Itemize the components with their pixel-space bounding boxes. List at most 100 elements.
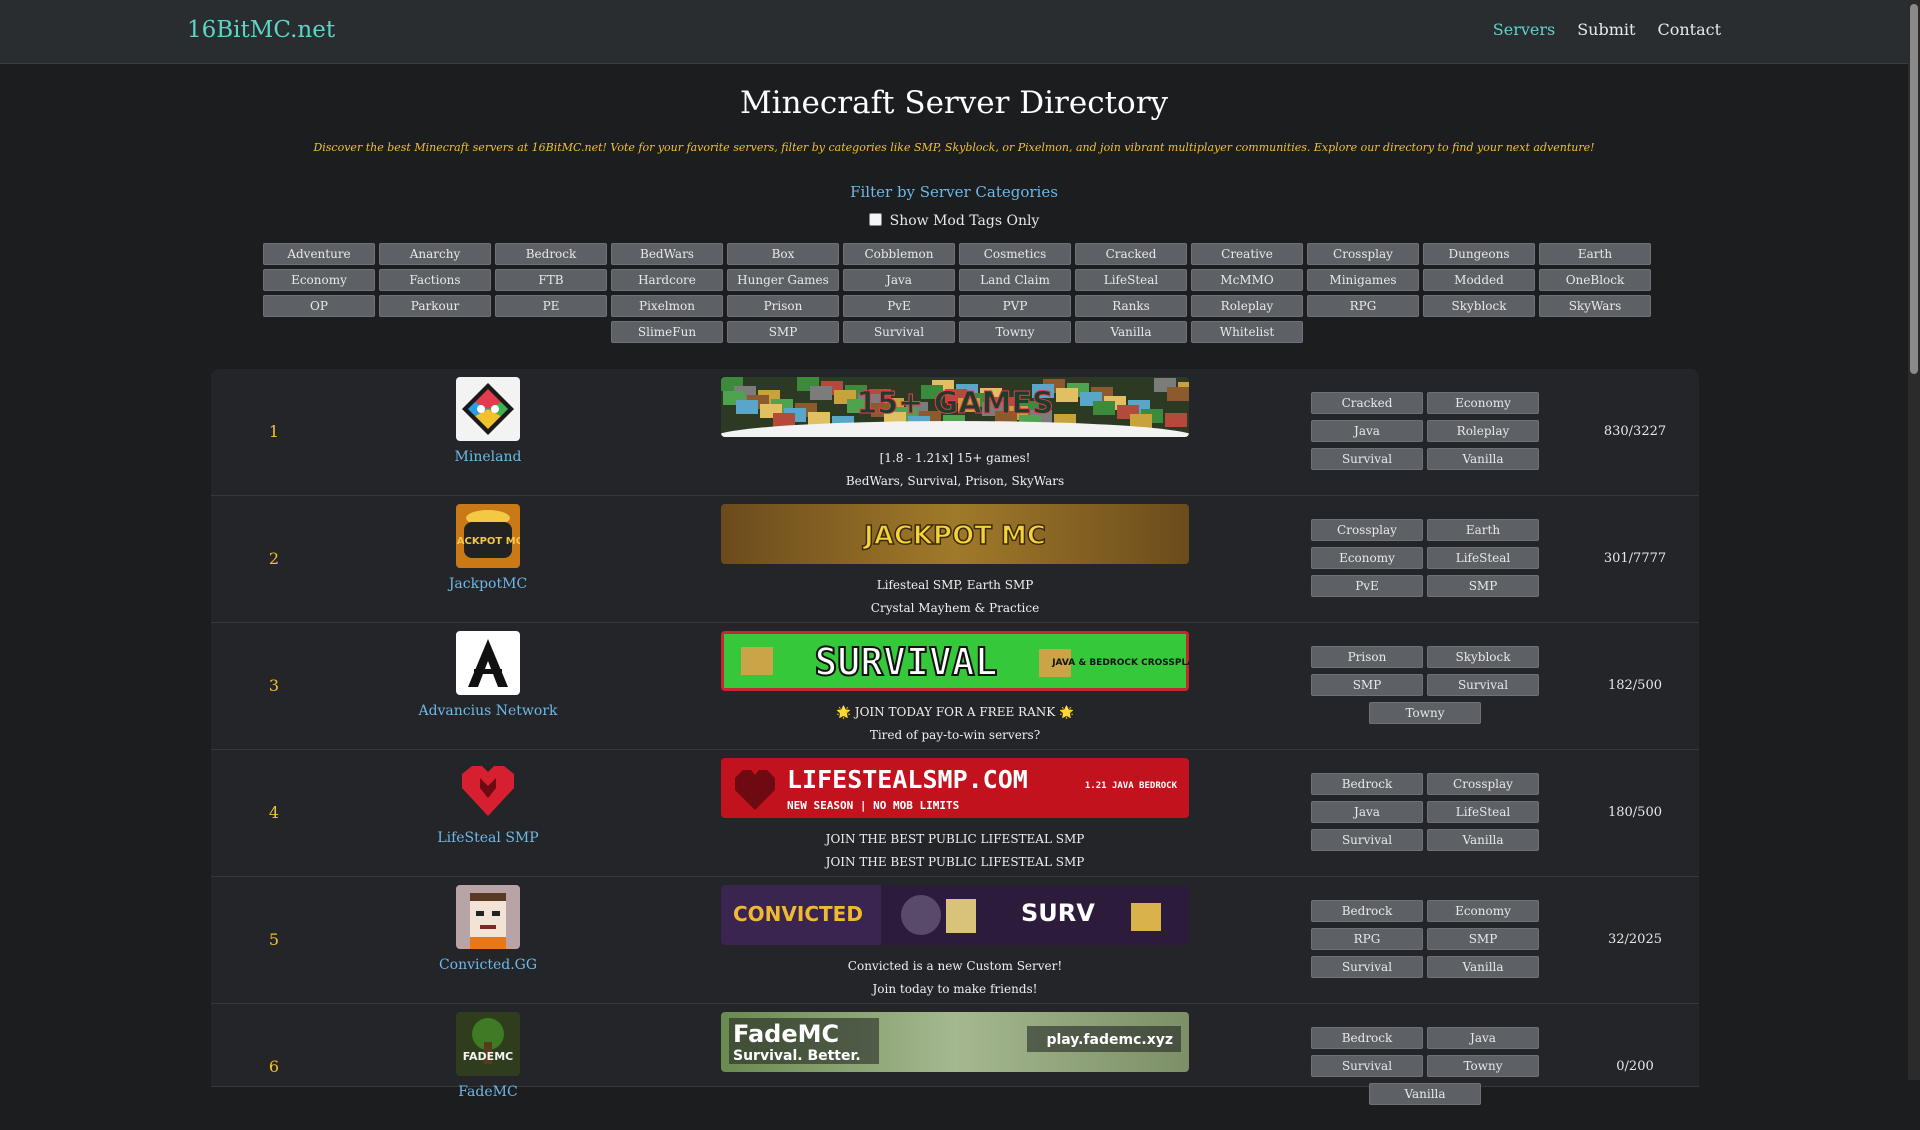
server-tag[interactable]: Survival <box>1311 1055 1423 1077</box>
server-name-link[interactable]: LifeSteal SMP <box>388 830 588 846</box>
server-tag[interactable]: Java <box>1427 1027 1539 1049</box>
server-tag[interactable]: SMP <box>1311 674 1423 696</box>
category-button[interactable]: Towny <box>959 321 1071 343</box>
category-button[interactable]: Roleplay <box>1191 295 1303 317</box>
server-tag[interactable]: Vanilla <box>1427 956 1539 978</box>
server-tag[interactable]: Vanilla <box>1427 448 1539 470</box>
server-tag[interactable]: Survival <box>1311 829 1423 851</box>
category-button[interactable]: Modded <box>1423 269 1535 291</box>
server-row[interactable]: 4 LifeSteal SMP LIFESTEALSMP.COM NEW SEASON… <box>211 750 1699 877</box>
server-tag[interactable]: Bedrock <box>1311 1027 1423 1049</box>
server-banner[interactable]: 15+ GAMES <box>721 377 1189 437</box>
server-banner[interactable]: LIFESTEALSMP.COM NEW SEASON | NO MOB LIMI… <box>721 758 1189 818</box>
category-button[interactable]: Adventure <box>263 243 375 265</box>
server-tag[interactable]: Survival <box>1311 956 1423 978</box>
server-tag[interactable]: Towny <box>1369 702 1481 724</box>
category-button[interactable]: Cracked <box>1075 243 1187 265</box>
category-button[interactable]: Cosmetics <box>959 243 1071 265</box>
category-button[interactable]: Whitelist <box>1191 321 1303 343</box>
category-button[interactable]: SkyWars <box>1539 295 1651 317</box>
server-row[interactable]: 5 Convicted.GG CONVICTED SURV Convicted is a… <box>211 877 1699 1004</box>
server-tag[interactable]: Economy <box>1311 547 1423 569</box>
category-button[interactable]: Anarchy <box>379 243 491 265</box>
category-button[interactable]: McMMO <box>1191 269 1303 291</box>
server-name-link[interactable]: Advancius Network <box>388 703 588 719</box>
category-button[interactable]: PE <box>495 295 607 317</box>
server-tag[interactable]: Earth <box>1427 519 1539 541</box>
mod-tags-toggle[interactable]: Show Mod Tags Only <box>0 213 1908 229</box>
server-logo[interactable] <box>456 758 520 822</box>
server-tag[interactable]: Survival <box>1427 674 1539 696</box>
category-button[interactable]: Ranks <box>1075 295 1187 317</box>
server-tag[interactable]: Prison <box>1311 646 1423 668</box>
server-tag[interactable]: LifeSteal <box>1427 801 1539 823</box>
server-row[interactable]: 1 Mineland 15+ GAMES [1.8 - 1.21x] 15+ game… <box>211 369 1699 496</box>
category-button[interactable]: Box <box>727 243 839 265</box>
category-button[interactable]: OneBlock <box>1539 269 1651 291</box>
category-button[interactable]: PvE <box>843 295 955 317</box>
server-logo[interactable]: JACKPOT MC <box>456 504 520 568</box>
mod-tags-checkbox[interactable] <box>868 213 882 226</box>
category-button[interactable]: Creative <box>1191 243 1303 265</box>
server-name-link[interactable]: Convicted.GG <box>388 957 588 973</box>
server-tag[interactable]: Roleplay <box>1427 420 1539 442</box>
category-button[interactable]: Earth <box>1539 243 1651 265</box>
server-tag[interactable]: Java <box>1311 801 1423 823</box>
category-button[interactable]: SlimeFun <box>611 321 723 343</box>
category-button[interactable]: Crossplay <box>1307 243 1419 265</box>
category-button[interactable]: OP <box>263 295 375 317</box>
server-tag[interactable]: Survival <box>1311 448 1423 470</box>
nav-servers-link[interactable]: Servers <box>1493 20 1555 39</box>
server-banner[interactable]: CONVICTED SURV <box>721 885 1189 945</box>
server-logo[interactable] <box>456 631 520 695</box>
server-name-link[interactable]: Mineland <box>388 449 588 465</box>
category-button[interactable]: Survival <box>843 321 955 343</box>
category-button[interactable]: Prison <box>727 295 839 317</box>
category-button[interactable]: Minigames <box>1307 269 1419 291</box>
server-tag[interactable]: LifeSteal <box>1427 547 1539 569</box>
server-tag[interactable]: SMP <box>1427 575 1539 597</box>
server-tag[interactable]: Vanilla <box>1427 829 1539 851</box>
server-banner[interactable]: SURVIVAL JAVA & BEDROCK CROSSPLAY <box>721 631 1189 691</box>
server-tag[interactable]: Vanilla <box>1369 1083 1481 1105</box>
nav-contact-link[interactable]: Contact <box>1657 20 1721 39</box>
server-tag[interactable]: SMP <box>1427 928 1539 950</box>
category-button[interactable]: Hardcore <box>611 269 723 291</box>
server-logo[interactable] <box>456 377 520 441</box>
server-tag[interactable]: Economy <box>1427 392 1539 414</box>
category-button[interactable]: Pixelmon <box>611 295 723 317</box>
category-button[interactable]: Land Claim <box>959 269 1071 291</box>
category-button[interactable]: BedWars <box>611 243 723 265</box>
server-tag[interactable]: RPG <box>1311 928 1423 950</box>
server-tag[interactable]: Crossplay <box>1427 773 1539 795</box>
server-tag[interactable]: Crossplay <box>1311 519 1423 541</box>
server-logo[interactable] <box>456 885 520 949</box>
page-scrollbar[interactable] <box>1908 0 1920 1080</box>
category-button[interactable]: Factions <box>379 269 491 291</box>
server-row[interactable]: 3 Advancius Network SURVIVAL JAVA & BEDROCK… <box>211 623 1699 750</box>
category-button[interactable]: Java <box>843 269 955 291</box>
category-button[interactable]: Vanilla <box>1075 321 1187 343</box>
category-button[interactable]: SMP <box>727 321 839 343</box>
nav-submit-link[interactable]: Submit <box>1577 20 1635 39</box>
scrollbar-thumb[interactable] <box>1910 4 1918 374</box>
server-tag[interactable]: Bedrock <box>1311 900 1423 922</box>
server-tag[interactable]: Economy <box>1427 900 1539 922</box>
category-button[interactable]: Skyblock <box>1423 295 1535 317</box>
category-button[interactable]: FTB <box>495 269 607 291</box>
category-button[interactable]: Dungeons <box>1423 243 1535 265</box>
server-logo[interactable]: FADEMC <box>456 1012 520 1076</box>
server-row[interactable]: 6 FADEMC FadeMC FadeMC Survival. Better. play… <box>211 1004 1699 1105</box>
server-tag[interactable]: Cracked <box>1311 392 1423 414</box>
category-button[interactable]: Economy <box>263 269 375 291</box>
category-button[interactable]: RPG <box>1307 295 1419 317</box>
server-tag[interactable]: Java <box>1311 420 1423 442</box>
server-tag[interactable]: Skyblock <box>1427 646 1539 668</box>
category-button[interactable]: LifeSteal <box>1075 269 1187 291</box>
brand-logo[interactable]: 16BitMC.net <box>187 17 335 43</box>
server-name-link[interactable]: JackpotMC <box>388 576 588 592</box>
server-banner[interactable]: FadeMC Survival. Better. play.fademc.xyz <box>721 1012 1189 1072</box>
server-tag[interactable]: Towny <box>1427 1055 1539 1077</box>
category-button[interactable]: Hunger Games <box>727 269 839 291</box>
category-button[interactable]: Bedrock <box>495 243 607 265</box>
